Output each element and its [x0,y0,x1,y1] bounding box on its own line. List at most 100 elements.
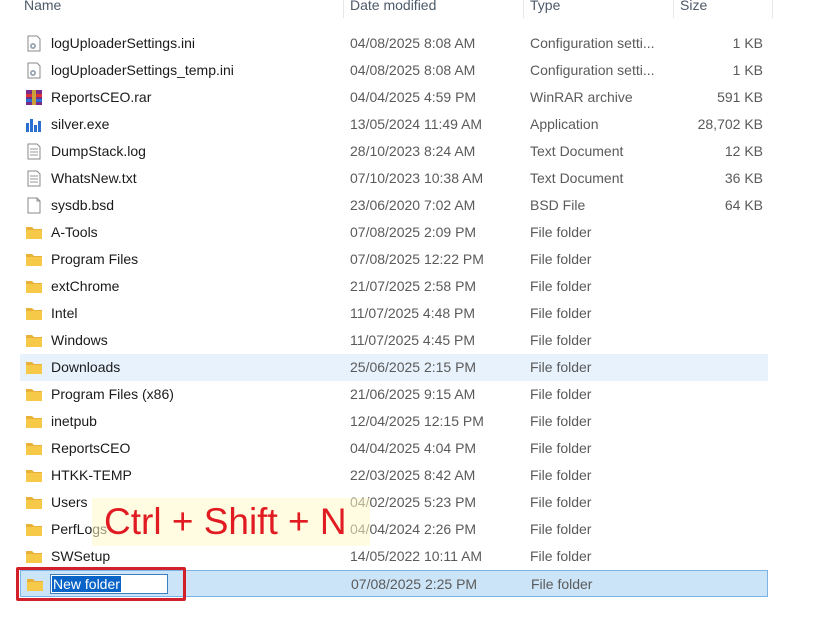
file-type: WinRAR archive [530,89,633,105]
file-name: Program Files [51,251,139,267]
file-name: Program Files (x86) [51,386,174,402]
file-size: 591 KB [717,89,763,105]
file-name: SWSetup [51,548,111,564]
file-row[interactable]: Downloads 25/06/2025 2:15 PM File folder [20,354,768,381]
file-name: WhatsNew.txt [51,170,137,186]
file-date: 11/07/2025 4:48 PM [350,305,476,321]
file-type: File folder [530,224,592,240]
text-file-icon [25,143,43,160]
file-type: Text Document [530,170,624,186]
file-row[interactable]: extChrome 21/07/2025 2:58 PM File folder [20,273,768,300]
file-type: File folder [530,332,592,348]
file-name: logUploaderSettings_temp.ini [51,62,234,78]
file-name: logUploaderSettings.ini [51,35,195,51]
column-type-header[interactable]: Type [530,0,560,13]
file-type: File folder [530,359,592,375]
file-date: 13/05/2024 11:49 AM [350,116,483,132]
shortcut-callout-text: Ctrl + Shift + N [104,501,347,542]
file-name: A-Tools [51,224,98,240]
column-divider[interactable] [523,0,524,18]
file-date: 04/08/2025 8:08 AM [350,35,476,51]
file-type: File folder [530,413,592,429]
file-type: File folder [530,386,592,402]
file-row[interactable]: Program Files (x86) 21/06/2025 9:15 AM Fil… [20,381,768,408]
column-divider[interactable] [772,0,773,18]
file-date: 28/10/2023 8:24 AM [350,143,476,159]
file-date: 04/08/2025 8:08 AM [350,62,476,78]
file-type: Application [530,116,599,132]
file-name: extChrome [51,278,120,294]
file-date: 23/06/2020 7:02 AM [350,197,476,213]
file-type: File folder [530,467,592,483]
file-row[interactable]: inetpub 12/04/2025 12:15 PM File folder [20,408,768,435]
folder-icon [25,467,43,484]
file-row[interactable]: ReportsCEO 04/04/2025 4:04 PM File folder [20,435,768,462]
folder-icon [25,359,43,376]
file-name: Intel [51,305,78,321]
file-name: Downloads [51,359,121,375]
folder-icon [25,548,43,565]
new-folder-highlight-box [16,567,186,601]
folder-icon [25,224,43,241]
exe-icon [25,116,43,133]
folder-icon [25,521,43,538]
file-name: Users [51,494,88,510]
column-header: Name Date modified Type Size [0,0,775,18]
file-name: ReportsCEO [51,440,131,456]
file-date: 07/08/2025 2:09 PM [350,224,477,240]
file-date: 04/04/2025 4:04 PM [350,440,477,456]
file-name: silver.exe [51,116,110,132]
file-size: 1 KB [732,62,763,78]
file-row[interactable]: DumpStack.log 28/10/2023 8:24 AM Text Docu… [20,138,768,165]
text-file-icon [25,170,43,187]
file-type: File folder [530,440,592,456]
file-type: Configuration setti... [530,35,655,51]
file-size: 12 KB [724,143,763,159]
file-date: 25/06/2025 2:15 PM [350,359,477,375]
folder-icon [25,440,43,457]
file-name: Windows [51,332,108,348]
file-date: 07/08/2025 12:22 PM [350,251,484,267]
column-name-header[interactable]: Name [24,0,61,13]
file-date: 21/06/2025 9:15 AM [350,386,476,402]
file-row[interactable]: Windows 11/07/2025 4:45 PM File folder [20,327,768,354]
folder-icon [25,278,43,295]
file-row[interactable]: silver.exe 13/05/2024 11:49 AM Application… [20,111,768,138]
ini-file-icon [25,35,43,52]
file-size: 64 KB [724,197,763,213]
column-divider[interactable] [343,0,344,18]
file-type: File folder [530,305,592,321]
file-date: 12/04/2025 12:15 PM [350,413,484,429]
file-row[interactable]: A-Tools 07/08/2025 2:09 PM File folder [20,219,768,246]
file-row[interactable]: Program Files 07/08/2025 12:22 PM File fol… [20,246,768,273]
column-date-header[interactable]: Date modified [350,0,436,13]
file-date: 14/05/2022 10:11 AM [350,548,483,564]
file-name: DumpStack.log [51,143,146,159]
file-type: Text Document [530,143,624,159]
file-type: BSD File [530,197,586,213]
column-size-header[interactable]: Size [680,0,707,13]
file-name: inetpub [51,413,97,429]
file-row[interactable]: sysdb.bsd 23/06/2020 7:02 AM BSD File 64 KB [20,192,768,219]
file-row[interactable]: Intel 11/07/2025 4:48 PM File folder [20,300,768,327]
column-divider[interactable] [673,0,674,18]
file-size: 1 KB [732,35,763,51]
file-type: File folder [530,494,592,510]
blank-file-icon [25,197,43,214]
winrar-icon [25,89,43,106]
file-row[interactable]: WhatsNew.txt 07/10/2023 10:38 AM Text Docu… [20,165,768,192]
file-date: 04/04/2025 4:59 PM [350,89,477,105]
file-type: File folder [530,548,592,564]
file-row[interactable]: HTKK-TEMP 22/03/2025 8:42 AM File folder [20,462,768,489]
folder-icon [25,305,43,322]
file-row[interactable]: ReportsCEO.rar 04/04/2025 4:59 PM WinRAR a… [20,84,768,111]
file-name: sysdb.bsd [51,197,115,213]
folder-icon [25,386,43,403]
file-date: 21/07/2025 2:58 PM [350,278,477,294]
file-row[interactable]: SWSetup 14/05/2022 10:11 AM File folder [20,543,768,570]
file-row[interactable]: logUploaderSettings_temp.ini 04/08/2025 8… [20,57,768,84]
folder-icon [25,413,43,430]
file-row[interactable]: logUploaderSettings.ini 04/08/2025 8:08 A… [20,30,768,57]
file-type: File folder [530,521,592,537]
file-type: File folder [530,251,592,267]
